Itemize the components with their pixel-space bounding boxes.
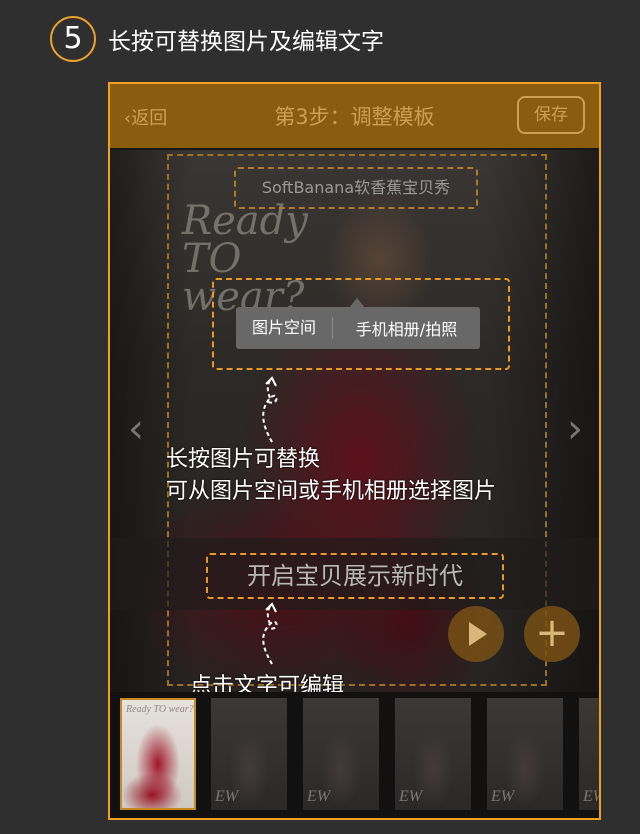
add-button[interactable]: + xyxy=(524,606,580,662)
image-callout: 长按图片可替换 可从图片空间或手机相册选择图片 xyxy=(166,444,496,508)
prev-arrow-icon[interactable]: ‹ xyxy=(128,406,144,452)
menu-item-image-space[interactable]: 图片空间 xyxy=(236,317,333,339)
play-button[interactable] xyxy=(448,606,504,662)
app-topbar: ‹返回 第3步：调整模板 保存 xyxy=(110,84,599,148)
save-button[interactable]: 保存 xyxy=(517,96,585,134)
thumbnail-strip: Ready TO wear? EW EW EW EW EW xyxy=(110,692,599,818)
thumbnail[interactable]: EW xyxy=(395,698,471,810)
thumbnail-selected[interactable]: Ready TO wear? xyxy=(120,698,196,810)
caption-text-box[interactable]: 开启宝贝展示新时代 xyxy=(206,553,504,599)
image-source-menu: 图片空间 手机相册/拍照 xyxy=(236,307,480,349)
next-arrow-icon[interactable]: › xyxy=(567,406,583,452)
play-icon xyxy=(469,622,487,646)
thumbnail[interactable]: EW xyxy=(487,698,563,810)
menu-item-phone-album[interactable]: 手机相册/拍照 xyxy=(333,316,480,340)
phone-screen: Ready TO wear? ‹返回 第3步：调整模板 保存 SoftBanan… xyxy=(108,82,601,820)
step-number-badge: 5 xyxy=(50,16,96,62)
thumbnail[interactable]: EW xyxy=(211,698,287,810)
step-title: 长按可替换图片及编辑文字 xyxy=(108,29,384,55)
thumbnail-label: EW xyxy=(215,788,239,805)
thumbnail-label: EW xyxy=(491,788,515,805)
thumbnail-label: EW xyxy=(399,788,423,805)
thumbnail[interactable]: EW xyxy=(303,698,379,810)
brand-text-box[interactable]: SoftBanana软香蕉宝贝秀 xyxy=(234,167,478,209)
thumbnail-label: EW xyxy=(583,788,599,805)
image-callout-line2: 可从图片空间或手机相册选择图片 xyxy=(166,479,497,504)
dashed-arrow-icon xyxy=(262,376,278,443)
dashed-arrow-icon xyxy=(262,602,278,665)
image-callout-line1: 长按图片可替换 xyxy=(166,447,321,472)
step-header: 5 长按可替换图片及编辑文字 xyxy=(50,14,384,64)
thumbnail-label: EW xyxy=(307,788,331,805)
thumbnail[interactable]: EW xyxy=(579,698,599,810)
thumbnail-label: Ready TO wear? xyxy=(126,704,194,715)
